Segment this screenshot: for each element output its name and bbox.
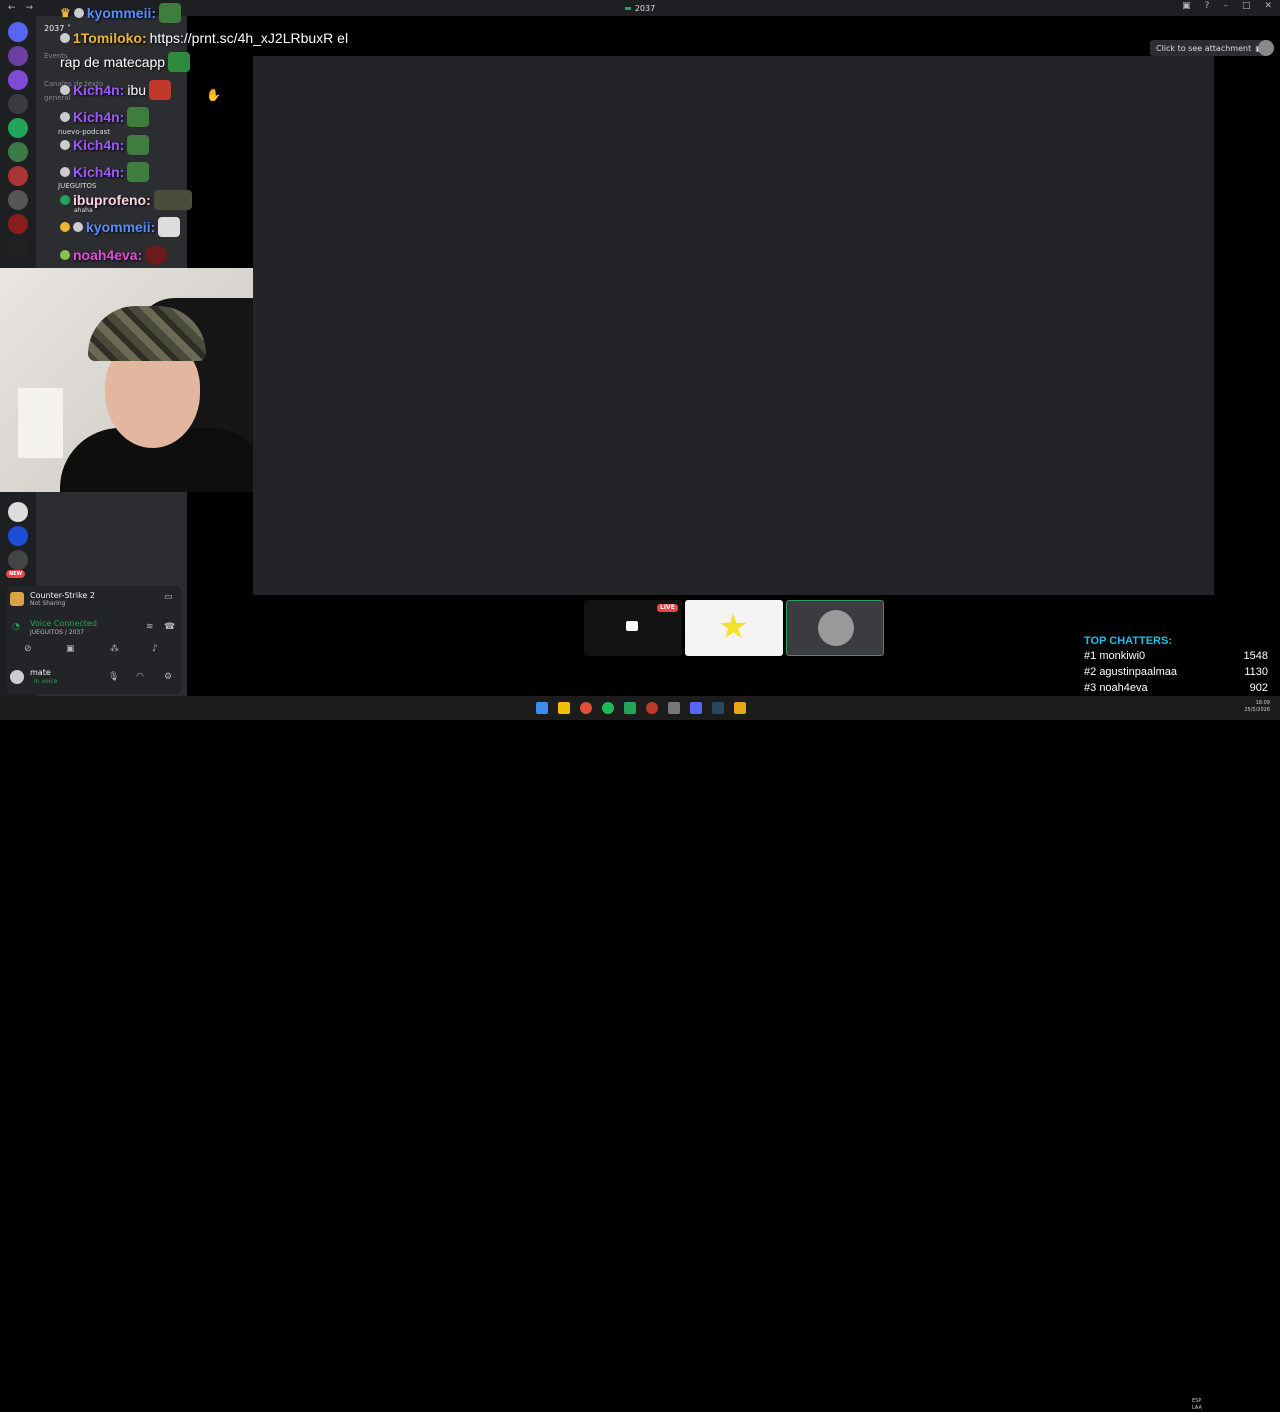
app-icon[interactable] <box>668 702 680 714</box>
chrome-icon[interactable] <box>580 702 592 714</box>
server-icon[interactable] <box>8 526 28 546</box>
screen-share-icon[interactable]: ▣ <box>66 644 75 654</box>
emote <box>145 245 168 265</box>
discord-icon[interactable] <box>690 702 702 714</box>
signal-icon: ◔ <box>12 622 20 632</box>
chat-message: ♛ kyommeii: <box>60 3 182 23</box>
inbox-icon[interactable]: ▣ <box>1182 1 1191 11</box>
live-badge: LIVE <box>657 604 678 612</box>
activities-icon[interactable]: ⁂ <box>110 644 119 654</box>
screen-share-icon[interactable]: ▭ <box>164 592 173 602</box>
language-indicator[interactable]: ESP LAA <box>1192 1398 1202 1412</box>
chat-message: ibuprofeno: <box>60 190 192 210</box>
folder-icon[interactable] <box>558 702 570 714</box>
username[interactable]: mate <box>30 668 51 677</box>
camera-icon[interactable]: ⊘ <box>24 644 32 654</box>
headphones-icon[interactable]: ◠ <box>136 672 144 682</box>
game-icon <box>10 592 24 606</box>
chat-message: noah4eva: <box>60 245 168 265</box>
stream-viewport[interactable] <box>253 56 1214 595</box>
emote <box>149 80 172 100</box>
chatter-row: #1 monkiwi0 1548 <box>1084 650 1268 662</box>
app-icon[interactable] <box>624 702 636 714</box>
emote <box>127 162 150 182</box>
emote <box>159 3 182 23</box>
avatar[interactable] <box>10 670 24 684</box>
emote <box>168 52 191 72</box>
chat-message: rap de matecapp <box>60 52 191 72</box>
user-status: In voice <box>34 678 58 685</box>
maximize-button[interactable]: □ <box>1242 1 1251 11</box>
user-panel: Counter-Strike 2 Not Sharing ▭ ◔ Voice C… <box>6 586 182 694</box>
taskbar: ESP LAA 18:09 25/5/2026 <box>0 696 1280 1411</box>
avatar <box>818 610 854 646</box>
app-icon[interactable] <box>734 702 746 714</box>
steam-icon[interactable] <box>712 702 724 714</box>
help-icon[interactable]: ? <box>1205 1 1210 11</box>
minimize-button[interactable]: – <box>1223 1 1228 11</box>
server-icon[interactable] <box>8 502 28 522</box>
soundboard-icon[interactable]: ♪ <box>152 644 158 654</box>
window-title: 2037 <box>634 3 656 13</box>
top-chatters-title: TOP CHATTERS: <box>1084 635 1173 647</box>
new-badge: NEW <box>6 570 26 578</box>
close-button[interactable]: ✕ <box>1264 1 1272 11</box>
server-icon[interactable] <box>8 550 28 570</box>
voice-status[interactable]: Voice Connected <box>30 619 97 628</box>
emote <box>158 217 181 237</box>
chatter-row: #2 agustinpaalmaa 1130 <box>1084 666 1268 678</box>
emote <box>153 190 192 210</box>
wave-icon: ✋ <box>206 88 221 102</box>
app-icon[interactable] <box>646 702 658 714</box>
emote <box>127 107 150 127</box>
noise-suppression-icon[interactable]: ≋ <box>146 622 154 632</box>
chat-message: Kich4n: <box>60 107 150 127</box>
star-avatar-icon: ★ <box>718 607 749 647</box>
activity-game: Counter-Strike 2 <box>30 591 95 600</box>
clock[interactable]: 18:09 25/5/2026 <box>1244 700 1270 714</box>
chat-message: Kich4n: <box>60 135 150 155</box>
chat-message: kyommeii: <box>60 217 181 237</box>
gear-icon[interactable]: ⚙ <box>164 672 172 682</box>
chat-message: 1Tomiloko: https://prnt.sc/4h_xJ2LRbuxR … <box>60 30 348 46</box>
top-chatters-overlay: TOP CHATTERS: #1 monkiwi0 1548 #2 agusti… <box>1080 635 1272 698</box>
microphone-icon[interactable]: 🎙 <box>108 672 119 682</box>
activity-status: Not Sharing <box>30 600 66 607</box>
chat-message: Kich4n: <box>60 162 150 182</box>
voice-channel-path[interactable]: JUEGUITOS / 2037 <box>30 629 84 636</box>
avatar[interactable] <box>1258 40 1274 56</box>
emote <box>127 135 150 155</box>
disconnect-icon[interactable]: ☎ <box>164 622 175 632</box>
spotify-icon[interactable] <box>602 702 614 714</box>
crown-icon: ♛ <box>60 6 71 20</box>
attachment-button[interactable]: Click to see attachment ▣ <box>1150 40 1269 56</box>
start-icon[interactable] <box>536 702 548 714</box>
chat-message: Kich4n: ibu <box>60 80 172 100</box>
screen-share-icon <box>626 621 638 631</box>
